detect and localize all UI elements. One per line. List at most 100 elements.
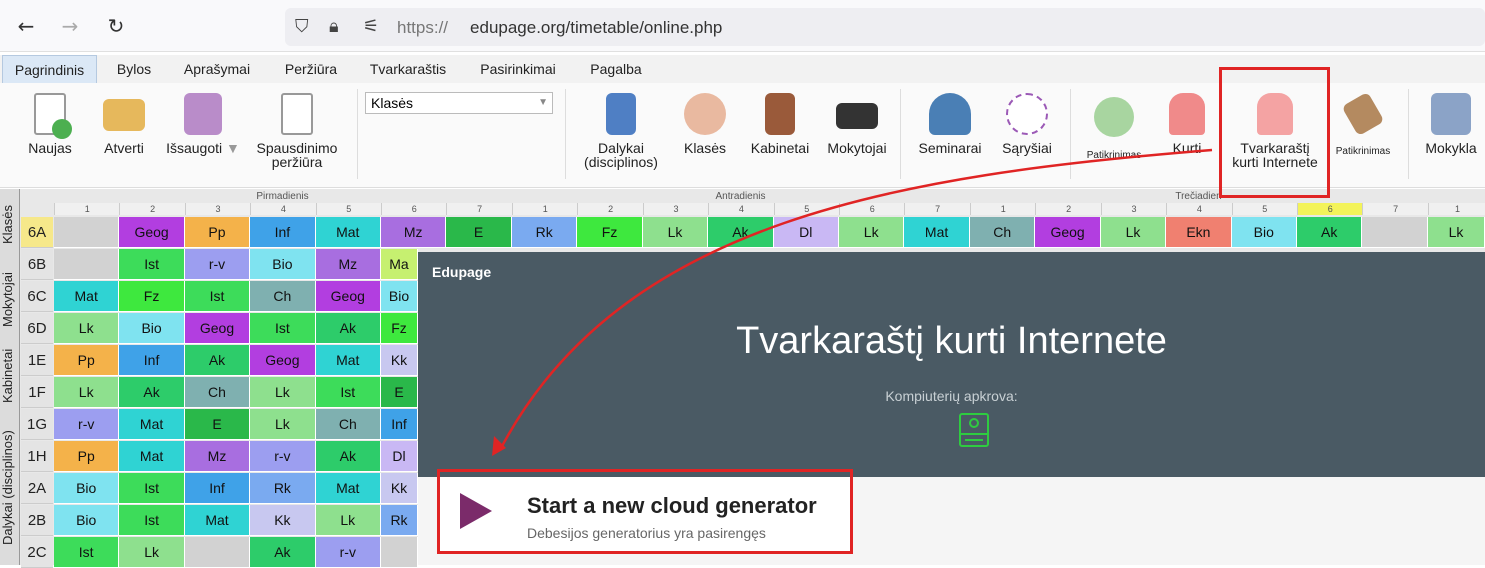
classes-button[interactable]: Klasės: [677, 93, 733, 155]
subjects-button[interactable]: Dalykai (disciplinos): [578, 93, 664, 169]
lesson-cell[interactable]: Rk: [381, 505, 418, 536]
class-row-label[interactable]: 6B: [21, 249, 53, 280]
lesson-cell[interactable]: Lk: [250, 409, 316, 440]
lesson-cell[interactable]: r-v: [184, 249, 251, 280]
lesson-cell[interactable]: Ak: [315, 441, 381, 472]
lesson-cell[interactable]: Mat: [315, 345, 381, 376]
tab-bylos[interactable]: Bylos: [104, 55, 164, 83]
lesson-cell[interactable]: Ist: [119, 473, 185, 504]
class-row-label[interactable]: 1G: [21, 409, 53, 440]
lesson-cell[interactable]: Ist: [250, 313, 316, 344]
relations-button[interactable]: Sąryšiai: [996, 93, 1058, 155]
open-button[interactable]: Atverti: [96, 93, 152, 155]
tab-tvarkarastis[interactable]: Tvarkaraštis: [358, 55, 458, 83]
check-button-2[interactable]: Patikrinimas: [1330, 91, 1396, 159]
save-button[interactable]: Išsaugoti ▼: [163, 93, 243, 155]
lesson-cell[interactable]: Kk: [381, 473, 418, 504]
teachers-button[interactable]: Mokytojai: [822, 93, 892, 155]
lesson-cell[interactable]: Lk: [315, 505, 381, 536]
reload-icon[interactable]: ↻: [104, 14, 128, 38]
lesson-cell[interactable]: Ak: [315, 313, 381, 344]
lesson-cell[interactable]: Geog: [1035, 217, 1101, 248]
class-row-label[interactable]: 1F: [21, 377, 53, 408]
lesson-cell[interactable]: Lk: [1100, 217, 1167, 248]
lesson-cell[interactable]: Bio: [54, 505, 120, 536]
lesson-cell[interactable]: E: [381, 377, 418, 408]
lesson-cell[interactable]: Ch: [315, 409, 381, 440]
lesson-cell[interactable]: Inf: [381, 409, 418, 440]
rooms-button[interactable]: Kabinetai: [745, 93, 815, 155]
lesson-cell[interactable]: Ist: [315, 377, 381, 408]
lesson-cell[interactable]: Ak: [1297, 217, 1363, 248]
lesson-cell[interactable]: Geog: [250, 345, 316, 376]
lesson-cell[interactable]: Lk: [1428, 217, 1485, 248]
lesson-cell[interactable]: Geog: [119, 217, 185, 248]
class-row-label[interactable]: 6D: [21, 313, 53, 344]
lesson-cell[interactable]: Bio: [54, 473, 120, 504]
lesson-cell[interactable]: Pp: [54, 441, 120, 472]
lesson-cell[interactable]: Kk: [250, 505, 316, 536]
tab-pasirinkimai[interactable]: Pasirinkimai: [468, 55, 568, 83]
create-button[interactable]: Kurti: [1162, 93, 1212, 155]
lesson-cell[interactable]: Rk: [250, 473, 316, 504]
side-tab-kabinetai[interactable]: Kabinetai: [0, 341, 20, 411]
lesson-cell[interactable]: Fz: [381, 313, 418, 344]
lesson-cell[interactable]: [54, 249, 120, 280]
class-row-label[interactable]: 2B: [21, 505, 53, 536]
lesson-cell[interactable]: Ist: [119, 249, 185, 280]
lesson-cell[interactable]: Ekn: [1166, 217, 1232, 248]
lesson-cell[interactable]: Pp: [184, 217, 251, 248]
lesson-cell[interactable]: Mz: [184, 441, 251, 472]
lesson-cell[interactable]: Ch: [250, 281, 316, 312]
start-cloud-generator-button[interactable]: Start a new cloud generator Debesijos ge…: [440, 477, 850, 551]
lesson-cell[interactable]: Mat: [119, 409, 185, 440]
lesson-cell[interactable]: Geog: [184, 313, 251, 344]
lesson-cell[interactable]: Inf: [119, 345, 185, 376]
lesson-cell[interactable]: Bio: [119, 313, 185, 344]
lesson-cell[interactable]: Rk: [512, 217, 578, 248]
lesson-cell[interactable]: Mat: [315, 473, 381, 504]
lesson-cell[interactable]: Bio: [250, 249, 316, 280]
lesson-cell[interactable]: Ch: [970, 217, 1036, 248]
check-button[interactable]: Patikrinimas: [1080, 97, 1148, 163]
address-bar[interactable]: ⛉ 🔒︎ ⚟ https://edupage.org/timetable/onl…: [285, 8, 1485, 46]
lesson-cell[interactable]: [184, 537, 251, 568]
back-icon[interactable]: ←: [14, 14, 38, 38]
permissions-icon[interactable]: ⚟: [363, 16, 379, 37]
lesson-cell[interactable]: Mat: [54, 281, 120, 312]
lesson-cell[interactable]: Dl: [773, 217, 839, 248]
tab-pagrindinis[interactable]: Pagrindinis: [2, 55, 97, 83]
lesson-cell[interactable]: Ist: [54, 537, 120, 568]
lesson-cell[interactable]: Lk: [250, 377, 316, 408]
lesson-cell[interactable]: Inf: [250, 217, 316, 248]
lesson-cell[interactable]: Geog: [315, 281, 381, 312]
class-row-label[interactable]: 6C: [21, 281, 53, 312]
print-preview-button[interactable]: Spausdinimo peržiūra: [252, 93, 342, 169]
side-tab-dalykai[interactable]: Dalykai (disciplinos): [0, 415, 20, 561]
tab-perziura[interactable]: Peržiūra: [272, 55, 350, 83]
lesson-cell[interactable]: Fz: [577, 217, 643, 248]
school-button[interactable]: Mokykla: [1418, 93, 1484, 155]
lesson-cell[interactable]: Ak: [250, 537, 316, 568]
lesson-cell[interactable]: Ak: [119, 377, 185, 408]
class-row-label[interactable]: 2A: [21, 473, 53, 504]
lesson-cell[interactable]: Ist: [119, 505, 185, 536]
lesson-cell[interactable]: Bio: [381, 281, 418, 312]
lesson-cell[interactable]: Dl: [381, 441, 418, 472]
view-select[interactable]: Klasės ▼: [365, 92, 553, 114]
lesson-cell[interactable]: Mat: [184, 505, 251, 536]
lesson-cell[interactable]: Bio: [1231, 217, 1297, 248]
lesson-cell[interactable]: E: [446, 217, 512, 248]
class-row-label[interactable]: 2C: [21, 537, 53, 568]
lesson-cell[interactable]: [1362, 217, 1428, 248]
lesson-cell[interactable]: Ak: [708, 217, 774, 248]
class-row-label[interactable]: 6A: [21, 217, 53, 248]
lesson-cell[interactable]: Inf: [184, 473, 251, 504]
side-tab-klases[interactable]: Klasės: [0, 197, 20, 252]
lesson-cell[interactable]: Ist: [184, 281, 251, 312]
lesson-cell[interactable]: r-v: [250, 441, 316, 472]
tab-pagalba[interactable]: Pagalba: [578, 55, 654, 83]
lesson-cell[interactable]: Mat: [315, 217, 381, 248]
tab-aprasymai[interactable]: Aprašymai: [172, 55, 262, 83]
side-tab-mokytojai[interactable]: Mokytojai: [0, 261, 20, 339]
